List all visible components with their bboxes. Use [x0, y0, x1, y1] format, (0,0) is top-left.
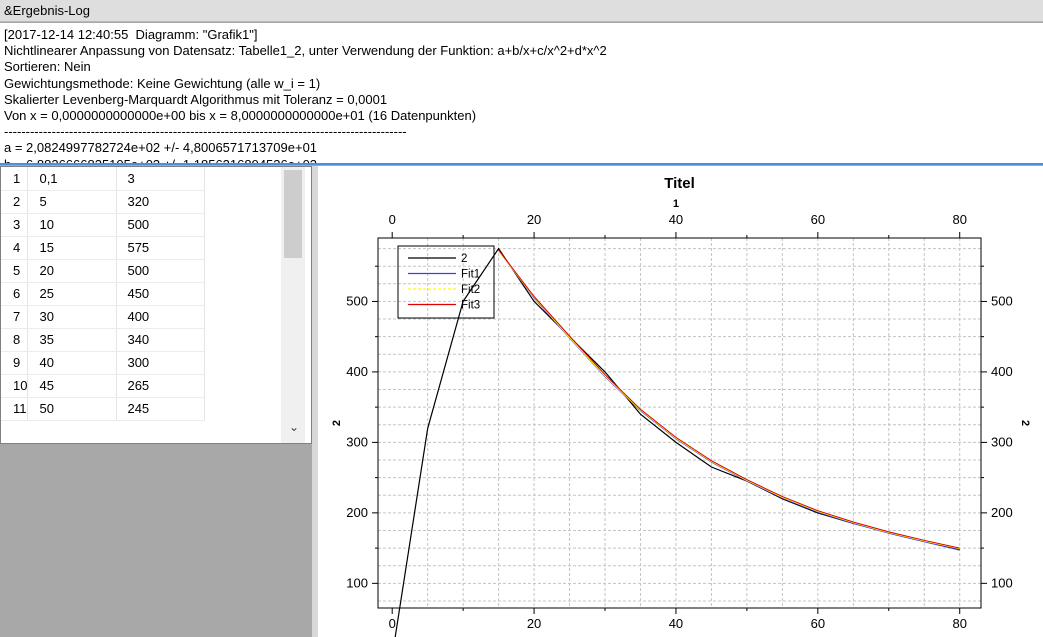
table-row[interactable]: 6 25 450	[1, 282, 206, 306]
log-separator: ----------------------------------------…	[4, 124, 407, 140]
table-cell[interactable]: 265	[116, 374, 206, 398]
table-cell[interactable]: 450	[116, 282, 206, 306]
data-table: 1 0,1 3 2 5 320 3 10 500 4 15 575 5 20 500 6 25 450 7 30 400…	[1, 167, 206, 421]
scrollbar-thumb[interactable]	[284, 170, 302, 258]
table-row[interactable]: 5 20 500	[1, 259, 206, 283]
table-row[interactable]: 4 15 575	[1, 236, 206, 260]
row-number-cell[interactable]: 6	[1, 282, 29, 306]
row-number-cell[interactable]: 11	[1, 397, 29, 421]
x-tick-label-top: 80	[952, 212, 966, 227]
x-tick-label-top: 60	[811, 212, 825, 227]
table-cell[interactable]: 400	[116, 305, 206, 329]
x-tick-label-bottom: 60	[811, 616, 825, 631]
table-cell[interactable]: 40	[27, 351, 118, 375]
row-number-cell[interactable]: 4	[1, 236, 29, 260]
top-axis-label: 1	[673, 198, 679, 210]
table-cell[interactable]: 3	[116, 167, 206, 191]
table-cell[interactable]: 300	[116, 351, 206, 375]
data-table-panel[interactable]: 1 0,1 3 2 5 320 3 10 500 4 15 575 5 20 500 6 25 450 7 30 400…	[0, 166, 312, 444]
log-line: Nichtlinearer Anpassung von Datensatz: T…	[4, 43, 607, 59]
y-tick-label-right: 500	[991, 293, 1013, 308]
table-cell[interactable]: 575	[116, 236, 206, 260]
result-log-panel[interactable]: [2017-12-14 12:40:55 Diagramm: "Grafik1"…	[0, 23, 1043, 165]
y-tick-label-left: 500	[346, 293, 368, 308]
y-axis-label-right: 2	[1019, 420, 1031, 426]
x-tick-label-top: 40	[669, 212, 683, 227]
x-tick-label-bottom: 80	[952, 616, 966, 631]
table-row[interactable]: 3 10 500	[1, 213, 206, 237]
table-row[interactable]: 10 45 265	[1, 374, 206, 398]
log-line: Skalierter Levenberg-Marquardt Algorithm…	[4, 91, 388, 107]
table-cell[interactable]: 45	[27, 374, 118, 398]
row-number-cell[interactable]: 7	[1, 305, 29, 329]
legend-label: Fit3	[461, 300, 480, 312]
row-number-cell[interactable]: 8	[1, 328, 29, 352]
chart-title: Titel	[664, 175, 695, 192]
y-tick-label-left: 400	[346, 364, 368, 379]
log-line: Von x = 0,0000000000000e+00 bis x = 8,00…	[4, 108, 477, 124]
legend-label: Fit1	[461, 269, 480, 281]
series-line-fit3	[498, 249, 960, 549]
table-row[interactable]: 9 40 300	[1, 351, 206, 375]
chart-panel[interactable]: Titel 1 0 0 20 20 40 40 60 60 80 80 100 100 200 200 300 3…	[318, 166, 1043, 637]
log-line: a = 2,0824997782724e+02 +/- 4,8006571713…	[4, 140, 318, 156]
table-cell[interactable]: 50	[27, 397, 118, 421]
vertical-scrollbar[interactable]: ⌄	[281, 167, 305, 443]
row-number-cell[interactable]: 2	[1, 190, 29, 214]
log-line: Gewichtungsmethode: Keine Gewichtung (al…	[4, 75, 321, 91]
table-cell[interactable]: 10	[27, 213, 118, 237]
table-row[interactable]: 1 0,1 3	[1, 167, 206, 191]
series-line-fit1	[498, 250, 960, 551]
y-tick-label-right: 100	[991, 575, 1013, 590]
x-tick-label-top: 20	[527, 212, 541, 227]
table-cell[interactable]: 30	[27, 305, 118, 329]
y-tick-label-left: 200	[346, 505, 368, 520]
y-tick-label-right: 300	[991, 434, 1013, 449]
y-tick-label-right: 400	[991, 364, 1013, 379]
table-cell[interactable]: 20	[27, 259, 118, 283]
table-cell[interactable]: 15	[27, 236, 118, 260]
table-cell[interactable]: 35	[27, 328, 118, 352]
window-title: &Ergebnis-Log	[4, 3, 90, 18]
table-row[interactable]: 11 50 245	[1, 397, 206, 421]
line-chart: Titel1002020404060608080100 100200 200300 3…	[331, 175, 1031, 637]
legend-label: 2	[461, 253, 467, 265]
x-tick-label-bottom: 20	[527, 616, 541, 631]
table-cell[interactable]: 340	[116, 328, 206, 352]
y-tick-label-right: 200	[991, 505, 1013, 520]
x-tick-label-bottom: 0	[389, 616, 396, 631]
x-tick-label-top: 0	[389, 212, 396, 227]
table-cell[interactable]: 25	[27, 282, 118, 306]
legend-label: Fit2	[461, 284, 480, 296]
table-row[interactable]: 8 35 340	[1, 328, 206, 352]
x-tick-label-bottom: 40	[669, 616, 683, 631]
table-cell[interactable]: 5	[27, 190, 118, 214]
table-cell[interactable]: 500	[116, 259, 206, 283]
log-line: Sortieren: Nein	[4, 59, 91, 75]
row-number-cell[interactable]: 1	[1, 167, 29, 191]
table-cell[interactable]: 320	[116, 190, 206, 214]
log-line: b = 6,8826666825105e+03 +/- 1,1856216894…	[4, 156, 318, 165]
row-number-cell[interactable]: 9	[1, 351, 29, 375]
table-cell[interactable]: 500	[116, 213, 206, 237]
scroll-down-icon[interactable]: ⌄	[287, 420, 301, 434]
table-row[interactable]: 2 5 320	[1, 190, 206, 214]
table-row[interactable]: 7 30 400	[1, 305, 206, 329]
y-axis-label-left: 2	[331, 420, 343, 426]
y-tick-label-left: 100	[346, 575, 368, 590]
window-title-bar: &Ergebnis-Log	[0, 0, 1043, 22]
row-number-cell[interactable]: 3	[1, 213, 29, 237]
table-cell[interactable]: 0,1	[27, 167, 118, 191]
row-number-cell[interactable]: 5	[1, 259, 29, 283]
table-cell[interactable]: 245	[116, 397, 206, 421]
y-tick-label-left: 300	[346, 434, 368, 449]
row-number-cell[interactable]: 10	[1, 374, 29, 398]
log-line: [2017-12-14 12:40:55 Diagramm: "Grafik1"…	[4, 27, 258, 42]
series-line-fit2	[498, 250, 960, 550]
